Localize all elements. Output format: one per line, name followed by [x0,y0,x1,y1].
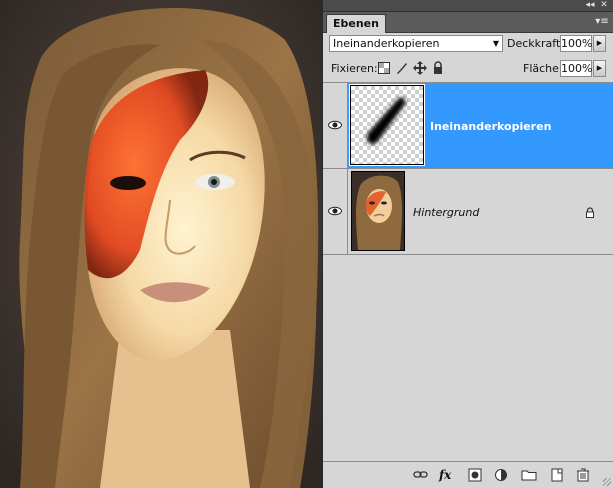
brush-stroke-icon [367,97,406,145]
lock-fill-row: Fixieren: Fläche: 100% ▶ [323,58,613,80]
layer-list: Ineinanderkopieren Hintergrund [323,82,613,461]
portrait-thumbnail [352,172,404,250]
lock-all-icon[interactable] [431,61,445,75]
document-canvas[interactable] [0,0,322,488]
layer-row-background[interactable]: Hintergrund [323,169,613,255]
add-mask-icon[interactable] [467,467,483,483]
fill-slider-button[interactable]: ▶ [593,60,606,77]
fill-input[interactable]: 100% [560,60,592,77]
chevron-down-icon: ▼ [492,39,499,48]
blend-opacity-row: Ineinanderkopieren ▼ Deckkraft: 100% ▶ [323,33,613,55]
opacity-input[interactable]: 100% [560,35,592,52]
lock-paint-icon[interactable] [395,61,409,75]
visibility-cell [323,169,348,254]
fx-icon[interactable]: fx [439,467,455,483]
lock-transparent-icon[interactable] [377,61,391,75]
adjustment-layer-icon[interactable] [493,467,509,483]
opacity-label: Deckkraft: [507,37,564,50]
blend-mode-value: Ineinanderkopieren [333,37,440,50]
eye-icon[interactable] [328,120,342,130]
resize-grip[interactable] [603,478,611,486]
close-panel-button[interactable]: ✕ [597,0,611,11]
opacity-slider-button[interactable]: ▶ [593,35,606,52]
panel-tab-bar: Ebenen ▾≡ [323,12,613,33]
lock-icon [586,207,594,218]
lock-move-icon[interactable] [413,61,427,75]
lock-label: Fixieren: [331,62,378,75]
layers-panel: ◂◂ ✕ Ebenen ▾≡ Ineinanderkopieren ▼ Deck… [322,0,613,488]
layer-name[interactable]: Hintergrund [413,206,479,220]
layer-row-overlay[interactable]: Ineinanderkopieren [323,83,613,169]
new-group-icon[interactable] [521,467,537,483]
collapse-panels-button[interactable]: ◂◂ [583,0,597,11]
new-layer-icon[interactable] [549,467,565,483]
fill-label: Fläche: [523,62,563,75]
panel-menu-icon[interactable]: ▾≡ [595,15,609,29]
eye-icon[interactable] [328,206,342,216]
delete-layer-icon[interactable] [575,467,591,483]
layers-bottom-toolbar: fx [323,461,613,488]
panel-title-bar: ◂◂ ✕ [323,0,613,12]
blend-mode-select[interactable]: Ineinanderkopieren ▼ [329,35,503,52]
layer-thumbnail[interactable] [351,171,405,251]
layer-name[interactable]: Ineinanderkopieren [430,120,551,134]
link-layers-icon[interactable] [413,467,429,483]
layer-thumbnail[interactable] [349,84,425,166]
portrait-image [0,0,322,488]
visibility-cell [323,83,348,168]
tab-layers[interactable]: Ebenen [326,14,386,33]
